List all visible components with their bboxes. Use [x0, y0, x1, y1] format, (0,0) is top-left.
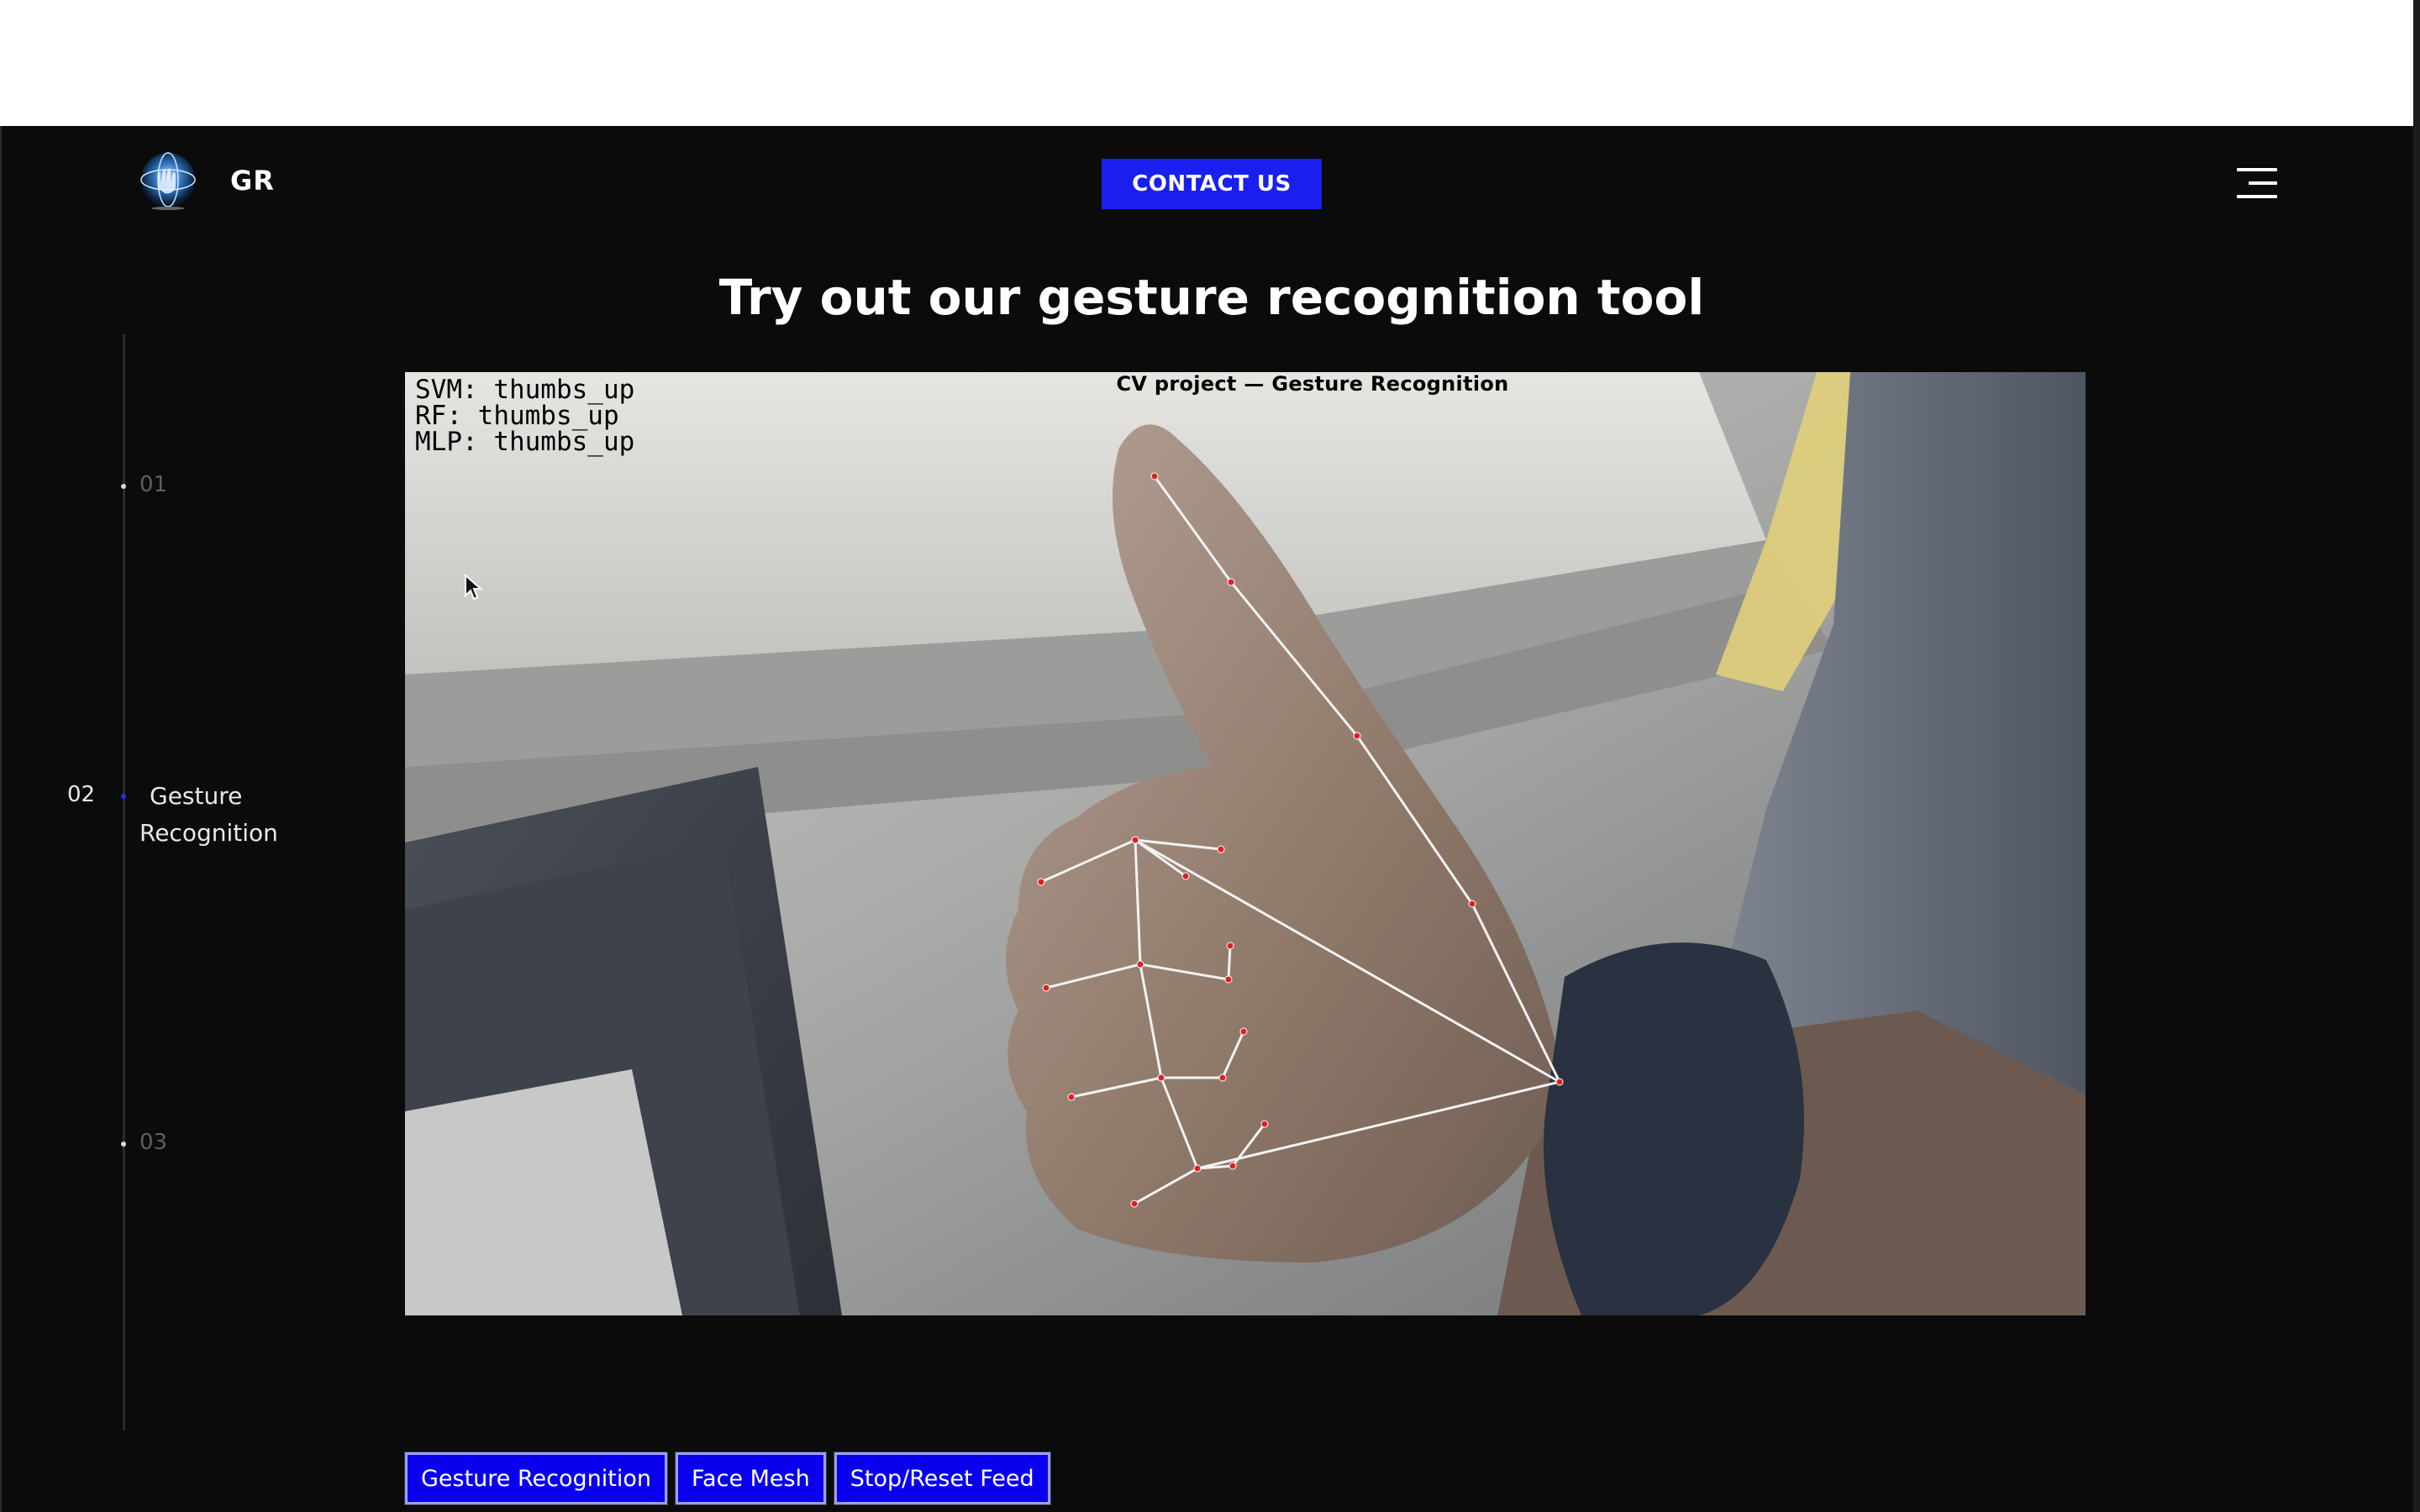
gesture-recognition-button[interactable]: Gesture Recognition [404, 1452, 668, 1505]
prediction-mlp: MLP: thumbs_up [415, 427, 635, 457]
nav-number-02[interactable]: 02 [67, 782, 95, 807]
browser-top-area [0, 0, 2420, 126]
prediction-rf: RF: thumbs_up [415, 401, 619, 431]
nav-dot-02-active [121, 794, 126, 799]
page-title: Try out our gesture recognition tool [718, 269, 1705, 326]
nav-number-01[interactable]: 01 [139, 472, 167, 497]
face-mesh-button[interactable]: Face Mesh [675, 1452, 827, 1505]
camera-feed: CV project — Gesture Recognition SVM: th… [405, 372, 2086, 1315]
prediction-svm: SVM: thumbs_up [415, 375, 635, 405]
nav-dot-01[interactable] [121, 484, 126, 489]
feed-title: CV project — Gesture Recognition [1116, 372, 1509, 396]
contact-us-button[interactable]: CONTACT US [1102, 159, 1322, 209]
hamburger-menu-icon[interactable] [2237, 168, 2277, 200]
nav-dot-03[interactable] [121, 1142, 126, 1147]
hand-globe-logo-icon[interactable] [138, 151, 198, 212]
app-page: GR CONTACT US Try out our gesture recogn… [0, 126, 2413, 1512]
stop-reset-feed-button[interactable]: Stop/Reset Feed [833, 1452, 1051, 1505]
camera-frame-image [405, 372, 2086, 1315]
nav-number-03[interactable]: 03 [139, 1130, 167, 1155]
feed-controls: Gesture Recognition Face Mesh Stop/Reset… [404, 1452, 1051, 1505]
mouse-pointer-icon [465, 574, 483, 601]
window-edge [2413, 0, 2420, 1512]
brand-name[interactable]: GR [230, 165, 275, 197]
predictions-overlay: SVM: thumbs_up RF: thumbs_up MLP: thumbs… [415, 377, 634, 455]
side-nav-track [123, 334, 125, 1431]
nav-label-gesture-recognition[interactable]: Gesture Recognition [139, 778, 308, 852]
